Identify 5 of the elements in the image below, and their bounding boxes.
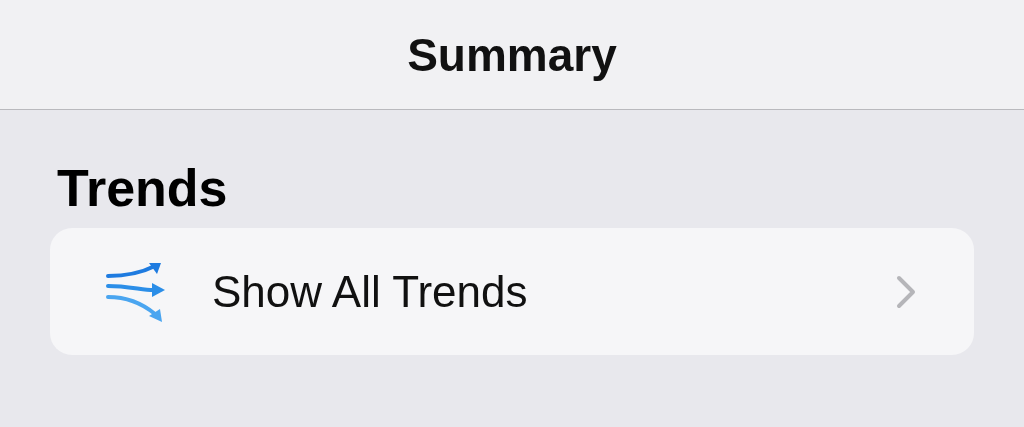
list-row[interactable]: Show All Trends: [50, 228, 974, 355]
chevron-icon: [896, 274, 916, 309]
section-heading: Trends: [57, 158, 229, 219]
nav-title: Summary: [407, 27, 617, 82]
row-label: Show All Trends: [212, 266, 529, 317]
